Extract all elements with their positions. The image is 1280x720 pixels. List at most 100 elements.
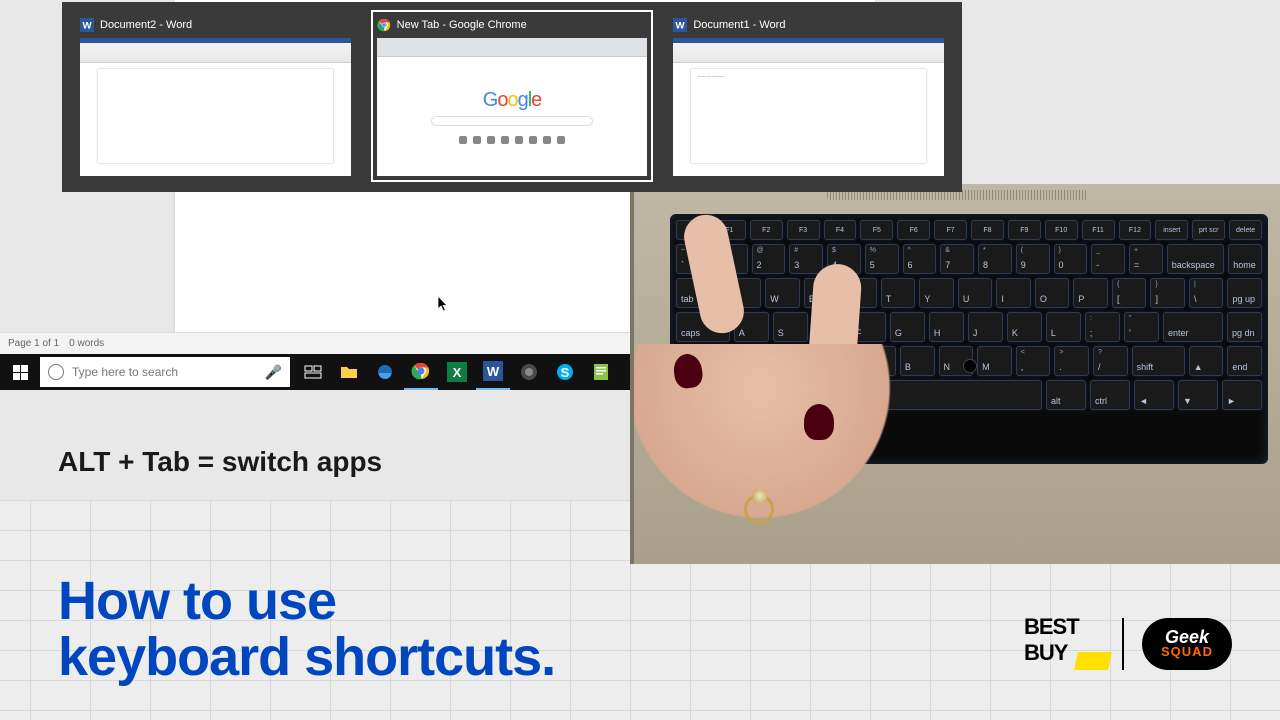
window-title: Document2 - Word <box>100 19 192 31</box>
window-thumbnail-word-doc1[interactable]: W Document1 - Word —— — ——— <box>667 10 950 182</box>
svg-text:W: W <box>676 21 686 32</box>
key-insert[interactable]: insert <box>1155 220 1188 240</box>
key-7[interactable]: &7 <box>940 244 974 274</box>
laptop-keyboard-photo: escF1F2F3F4F5F6F7F8F9F10F11F12insertprt … <box>630 184 1280 564</box>
key-F10[interactable]: F10 <box>1045 220 1078 240</box>
key-/[interactable]: ?/ <box>1093 346 1128 376</box>
key-J[interactable]: J <box>968 312 1003 342</box>
windows-icon <box>13 365 28 380</box>
key-F8[interactable]: F8 <box>971 220 1004 240</box>
key-'[interactable]: "' <box>1124 312 1159 342</box>
taskbar-search[interactable]: Type here to search 🎤 <box>40 357 290 387</box>
taskbar-file-explorer[interactable] <box>332 354 366 390</box>
mouse-cursor-icon <box>438 296 450 312</box>
shortcut-instruction: ALT + Tab = switch apps <box>58 446 382 478</box>
window-preview: Google <box>377 38 648 176</box>
mic-icon[interactable]: 🎤 <box>265 364 282 381</box>
key-[[interactable]: {[ <box>1112 278 1147 308</box>
key--[interactable]: _- <box>1091 244 1125 274</box>
status-page: Page 1 of 1 <box>8 338 59 349</box>
key-L[interactable]: L <box>1046 312 1081 342</box>
key-end[interactable]: end <box>1227 346 1262 376</box>
taskbar-chrome[interactable] <box>404 354 438 390</box>
key-▲[interactable]: ▲ <box>1189 346 1224 376</box>
key-O[interactable]: O <box>1035 278 1070 308</box>
key-Y[interactable]: Y <box>919 278 954 308</box>
key-][interactable]: }] <box>1150 278 1185 308</box>
key-=[interactable]: += <box>1129 244 1163 274</box>
title-line-1: How to use <box>58 573 555 630</box>
window-thumbnail-word-doc2[interactable]: W Document2 - Word <box>74 10 357 182</box>
key-T[interactable]: T <box>881 278 916 308</box>
key-F4[interactable]: F4 <box>824 220 857 240</box>
alt-tab-switcher: W Document2 - Word New Tab - Google Chro… <box>62 2 962 192</box>
ring-icon <box>744 494 774 524</box>
window-title: New Tab - Google Chrome <box>397 19 527 31</box>
svg-text:X: X <box>453 365 462 380</box>
key-M[interactable]: M <box>977 346 1012 376</box>
taskbar-task-view[interactable] <box>296 354 330 390</box>
key-0[interactable]: )0 <box>1054 244 1088 274</box>
key-pg dn[interactable]: pg dn <box>1227 312 1262 342</box>
video-title: How to use keyboard shortcuts. <box>58 573 555 686</box>
key-F5[interactable]: F5 <box>860 220 893 240</box>
svg-text:W: W <box>82 21 92 32</box>
taskbar-app[interactable] <box>512 354 546 390</box>
svg-text:W: W <box>487 364 500 379</box>
window-preview <box>80 38 351 176</box>
chrome-icon <box>377 18 391 32</box>
key-enter[interactable]: enter <box>1163 312 1223 342</box>
key-S[interactable]: S <box>773 312 808 342</box>
taskbar-word[interactable]: W <box>476 354 510 390</box>
key-ctrl[interactable]: ctrl <box>1090 380 1130 410</box>
title-line-2: keyboard shortcuts. <box>58 629 555 686</box>
key-F9[interactable]: F9 <box>1008 220 1041 240</box>
word-icon: W <box>673 18 687 32</box>
key-;[interactable]: :; <box>1085 312 1120 342</box>
key-F6[interactable]: F6 <box>897 220 930 240</box>
search-placeholder: Type here to search <box>72 365 178 379</box>
key-2[interactable]: @2 <box>752 244 786 274</box>
key-G[interactable]: G <box>890 312 925 342</box>
taskbar-ie[interactable] <box>368 354 402 390</box>
key-6[interactable]: ^6 <box>903 244 937 274</box>
key-pg up[interactable]: pg up <box>1227 278 1262 308</box>
windows-taskbar: Type here to search 🎤 X W S <box>0 354 634 390</box>
key-3[interactable]: #3 <box>789 244 823 274</box>
key-.[interactable]: >. <box>1054 346 1089 376</box>
key-W[interactable]: W <box>765 278 800 308</box>
key-prt scr[interactable]: prt scr <box>1192 220 1225 240</box>
key-delete[interactable]: delete <box>1229 220 1262 240</box>
key-◄[interactable]: ◄ <box>1134 380 1174 410</box>
key-K[interactable]: K <box>1007 312 1042 342</box>
key-P[interactable]: P <box>1073 278 1108 308</box>
key-▼[interactable]: ▼ <box>1178 380 1218 410</box>
key-home[interactable]: home <box>1228 244 1262 274</box>
taskbar-skype[interactable]: S <box>548 354 582 390</box>
bestbuy-logo: BEST BUY <box>1024 614 1104 674</box>
key-F2[interactable]: F2 <box>750 220 783 240</box>
key-backspace[interactable]: backspace <box>1167 244 1225 274</box>
key-F12[interactable]: F12 <box>1119 220 1152 240</box>
key-,[interactable]: <, <box>1016 346 1051 376</box>
window-thumbnail-chrome[interactable]: New Tab - Google Chrome Google <box>371 10 654 182</box>
key-5[interactable]: %5 <box>865 244 899 274</box>
key-►[interactable]: ► <box>1222 380 1262 410</box>
svg-text:S: S <box>561 365 570 380</box>
key-F3[interactable]: F3 <box>787 220 820 240</box>
trackpoint[interactable] <box>963 359 977 373</box>
key-8[interactable]: *8 <box>978 244 1012 274</box>
key-H[interactable]: H <box>929 312 964 342</box>
key-I[interactable]: I <box>996 278 1031 308</box>
taskbar-excel[interactable]: X <box>440 354 474 390</box>
key-shift[interactable]: shift <box>1132 346 1185 376</box>
key-\[interactable]: |\ <box>1189 278 1224 308</box>
status-words: 0 words <box>69 338 104 349</box>
taskbar-notes[interactable] <box>584 354 618 390</box>
key-F11[interactable]: F11 <box>1082 220 1115 240</box>
key-U[interactable]: U <box>958 278 993 308</box>
key-9[interactable]: (9 <box>1016 244 1050 274</box>
start-button[interactable] <box>0 354 40 390</box>
key-alt[interactable]: alt <box>1046 380 1086 410</box>
key-F7[interactable]: F7 <box>934 220 967 240</box>
